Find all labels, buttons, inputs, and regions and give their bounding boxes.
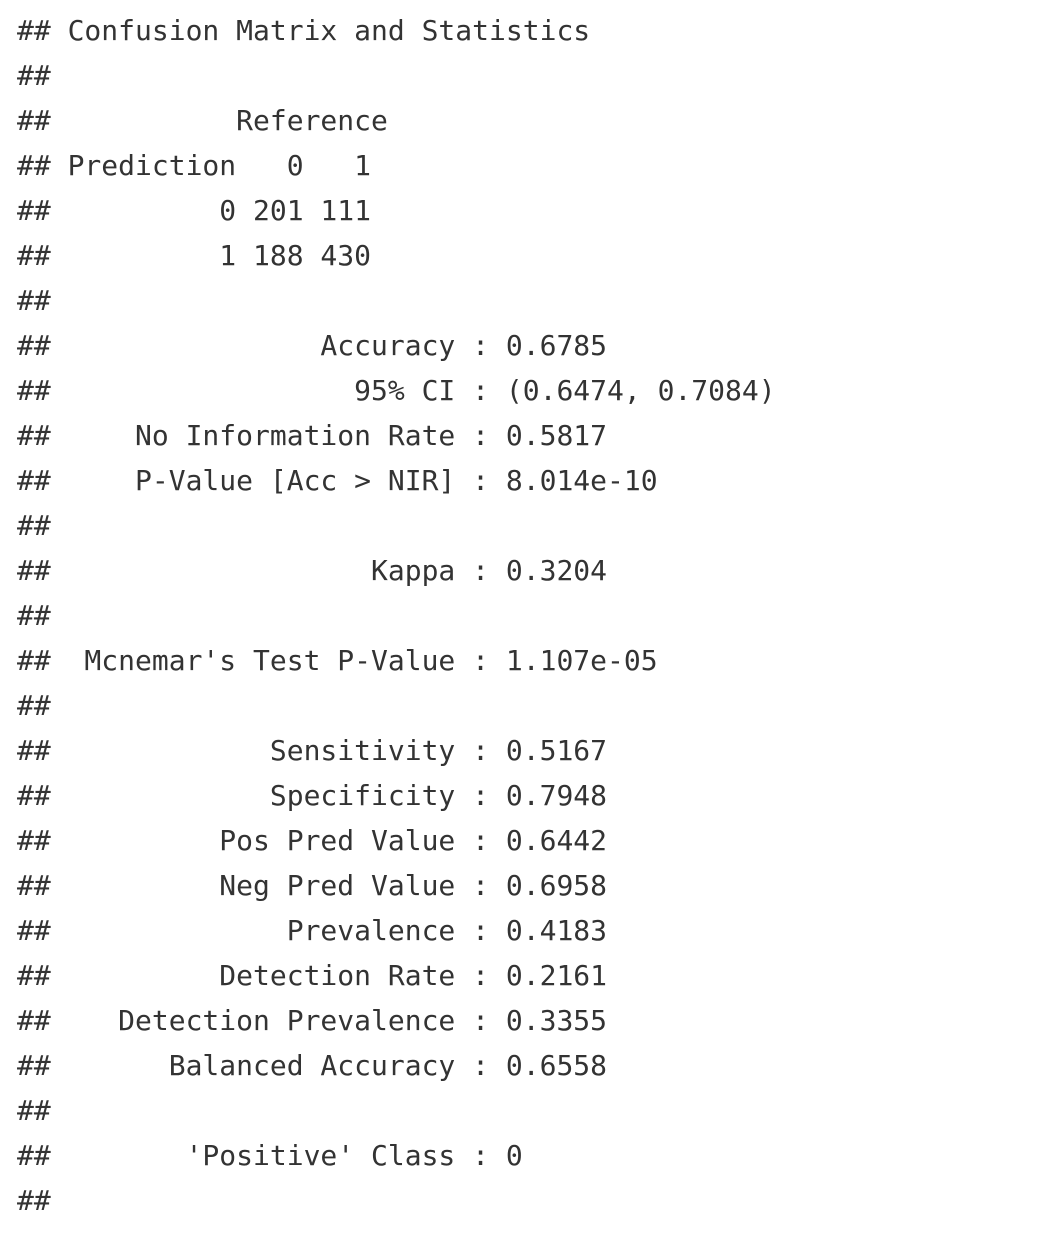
blank-line: ## <box>17 1094 51 1127</box>
blank-line: ## <box>17 509 51 542</box>
stat-balanced-accuracy: ## Balanced Accuracy : 0.6558 <box>17 1049 608 1082</box>
stat-kappa: ## Kappa : 0.3204 <box>17 554 608 587</box>
r-console-output: ## Confusion Matrix and Statistics ## ## R… <box>17 8 776 1223</box>
blank-line: ## <box>17 599 51 632</box>
reference-header: ## Reference <box>17 104 388 137</box>
stat-prevalence: ## Prevalence : 0.4183 <box>17 914 608 947</box>
stat-pos-pred-value: ## Pos Pred Value : 0.6442 <box>17 824 608 857</box>
stat-mcnemar-p-value: ## Mcnemar's Test P-Value : 1.107e-05 <box>17 644 658 677</box>
stat-no-information-rate: ## No Information Rate : 0.5817 <box>17 419 608 452</box>
output-title: ## Confusion Matrix and Statistics <box>17 14 591 47</box>
matrix-row-1: ## 1 188 430 <box>17 239 372 272</box>
blank-line: ## <box>17 689 51 722</box>
stat-sensitivity: ## Sensitivity : 0.5167 <box>17 734 608 767</box>
positive-class: ## 'Positive' Class : 0 <box>17 1139 523 1172</box>
stat-detection-rate: ## Detection Rate : 0.2161 <box>17 959 608 992</box>
blank-line: ## <box>17 284 51 317</box>
stat-detection-prevalence: ## Detection Prevalence : 0.3355 <box>17 1004 608 1037</box>
stat-specificity: ## Specificity : 0.7948 <box>17 779 608 812</box>
matrix-row-0: ## 0 201 111 <box>17 194 372 227</box>
blank-line: ## <box>17 59 51 92</box>
blank-line: ## <box>17 1184 51 1217</box>
stat-95-ci: ## 95% CI : (0.6474, 0.7084) <box>17 374 776 407</box>
stat-accuracy: ## Accuracy : 0.6785 <box>17 329 608 362</box>
stat-p-value-acc-nir: ## P-Value [Acc > NIR] : 8.014e-10 <box>17 464 658 497</box>
stat-neg-pred-value: ## Neg Pred Value : 0.6958 <box>17 869 608 902</box>
prediction-header: ## Prediction 0 1 <box>17 149 372 182</box>
